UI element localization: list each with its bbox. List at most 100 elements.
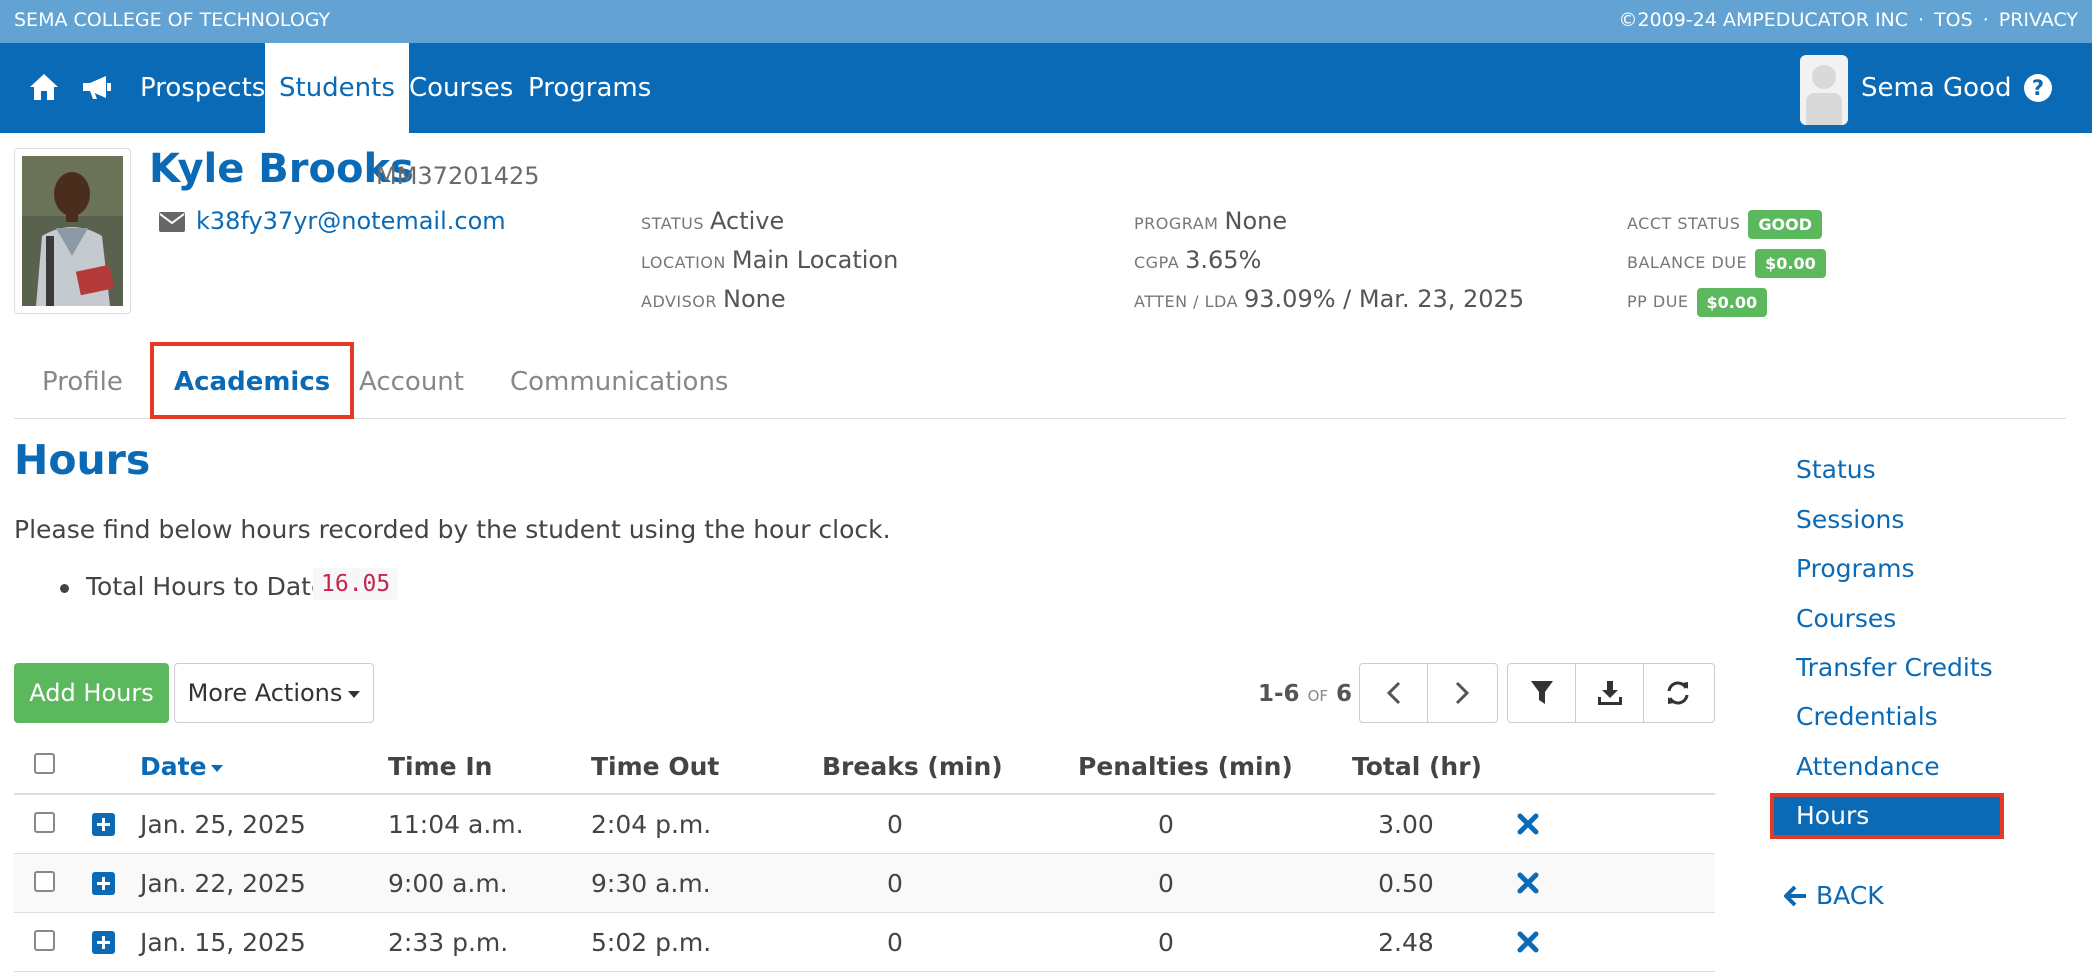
next-page-button[interactable] [1428,664,1496,722]
column-header-penalties[interactable]: Penalties (min) [1078,752,1293,781]
arrow-left-icon [1784,885,1806,906]
cell-total: 3.00 [1378,810,1434,839]
download-button[interactable] [1576,664,1644,722]
total-hours-value: 16.05 [313,568,399,600]
nav-item-prospects[interactable]: Prospects [126,43,279,133]
separator: · [1982,9,1989,31]
cell-time-in: 9:00 a.m. [388,869,508,898]
prev-page-button[interactable] [1360,664,1428,722]
table-row: Jan. 15, 2025 2:33 p.m. 5:02 p.m. 0 0 2.… [14,913,1715,972]
refresh-icon [1667,681,1689,705]
pp-due-label: PP DUE [1627,292,1689,311]
cell-time-in: 2:33 p.m. [388,928,509,957]
expand-icon[interactable] [92,931,115,954]
program-field: PROGRAM None [1134,207,1287,235]
tos-link[interactable]: TOS [1934,9,1973,31]
page-title: Hours [14,436,151,484]
column-header-date[interactable]: Date [140,752,223,781]
more-actions-button[interactable]: More Actions [174,663,374,723]
delete-icon[interactable] [1516,871,1540,895]
column-header-time-out[interactable]: Time Out [591,752,719,781]
bullet [60,584,69,593]
cell-breaks: 0 [887,810,903,839]
tab-academics[interactable]: Academics [150,342,355,419]
column-header-breaks[interactable]: Breaks (min) [822,752,1003,781]
user-name[interactable]: Sema Good [1861,43,2012,133]
nav-item-courses[interactable]: Courses [395,43,527,133]
cgpa-label: CGPA [1134,253,1180,272]
table-row: Jan. 22, 2025 9:00 a.m. 9:30 a.m. 0 0 0.… [14,854,1715,913]
location-field: LOCATION Main Location [641,246,898,274]
acct-status-label: ACCT STATUS [1627,214,1741,233]
cell-total: 2.48 [1378,928,1434,957]
chevron-right-icon [1455,681,1470,705]
attendance-label: ATTEN / LDA [1134,292,1239,311]
cgpa-field: CGPA 3.65% [1134,246,1261,274]
expand-icon[interactable] [92,872,115,895]
location-label: LOCATION [641,253,726,272]
pp-due-badge: $0.00 [1696,288,1768,317]
tab-account[interactable]: Account [359,342,464,419]
sidebar-item-courses[interactable]: Courses [1796,604,1896,633]
hours-table: Date Time In Time Out Breaks (min) Penal… [14,742,1715,972]
privacy-link[interactable]: PRIVACY [1999,9,2078,31]
college-name: SEMA COLLEGE OF TECHNOLOGY [14,9,331,31]
select-all-checkbox[interactable] [34,753,55,774]
program-value: None [1224,207,1288,235]
sidebar-item-sessions[interactable]: Sessions [1796,505,1904,534]
intro-text: Please find below hours recorded by the … [14,515,891,544]
cell-penalties: 0 [1158,869,1174,898]
sidebar-item-status[interactable]: Status [1796,455,1876,484]
megaphone-icon[interactable] [80,73,114,101]
nav-item-students[interactable]: Students [265,43,409,133]
total-hours-label: Total Hours to Date: [86,572,335,601]
attendance-field: ATTEN / LDA 93.09% / Mar. 23, 2025 [1134,285,1524,313]
email-icon [159,212,185,232]
balance-due-field: BALANCE DUE $0.00 [1627,249,1826,278]
user-avatar[interactable] [1800,55,1848,125]
sidebar-item-attendance[interactable]: Attendance [1796,752,1940,781]
delete-icon[interactable] [1516,812,1540,836]
table-row: Jan. 25, 2025 11:04 a.m. 2:04 p.m. 0 0 3… [14,795,1715,854]
advisor-field: ADVISOR None [641,285,786,313]
filter-icon [1530,681,1553,704]
pager-of: OF [1307,687,1329,705]
acct-status-field: ACCT STATUS GOOD [1627,210,1823,239]
cell-breaks: 0 [887,928,903,957]
sidebar-item-hours[interactable]: Hours [1770,793,2004,839]
sidebar-item-credentials[interactable]: Credentials [1796,702,1938,731]
student-id: MM37201425 [376,162,540,190]
filter-button[interactable] [1508,664,1576,722]
advisor-label: ADVISOR [641,292,718,311]
cell-time-out: 2:04 p.m. [591,810,712,839]
acct-status-badge: GOOD [1748,210,1823,239]
pager-buttons [1359,663,1498,723]
sidebar-item-programs[interactable]: Programs [1796,554,1915,583]
help-icon[interactable]: ? [2024,74,2052,102]
sidebar-item-transfer-credits[interactable]: Transfer Credits [1796,653,1993,682]
delete-icon[interactable] [1516,930,1540,954]
column-header-time-in[interactable]: Time In [388,752,492,781]
cell-date: Jan. 15, 2025 [140,928,306,957]
back-link[interactable]: BACK [1784,881,1884,910]
copyright-text: ©2009-24 AMPEDUCATOR INC [1618,9,1909,31]
row-checkbox[interactable] [34,871,55,892]
row-checkbox[interactable] [34,812,55,833]
student-email-link[interactable]: k38fy37yr@notemail.com [196,207,506,235]
refresh-button[interactable] [1644,664,1712,722]
sort-desc-icon [210,764,223,772]
location-value: Main Location [731,246,899,274]
tab-communications[interactable]: Communications [510,342,728,419]
table-header: Date Time In Time Out Breaks (min) Penal… [14,742,1715,795]
expand-icon[interactable] [92,813,115,836]
nav-item-programs[interactable]: Programs [514,43,665,133]
tab-profile[interactable]: Profile [42,342,123,419]
home-icon[interactable] [28,71,60,103]
add-hours-button[interactable]: Add Hours [14,663,169,723]
row-checkbox[interactable] [34,930,55,951]
status-value: Active [710,207,785,235]
student-tabs: Profile Academics Account Communications [14,342,2066,419]
table-tools [1507,663,1715,723]
pagination-text: 1-6 OF 6 [1258,681,1352,707]
column-header-total[interactable]: Total (hr) [1352,752,1482,781]
